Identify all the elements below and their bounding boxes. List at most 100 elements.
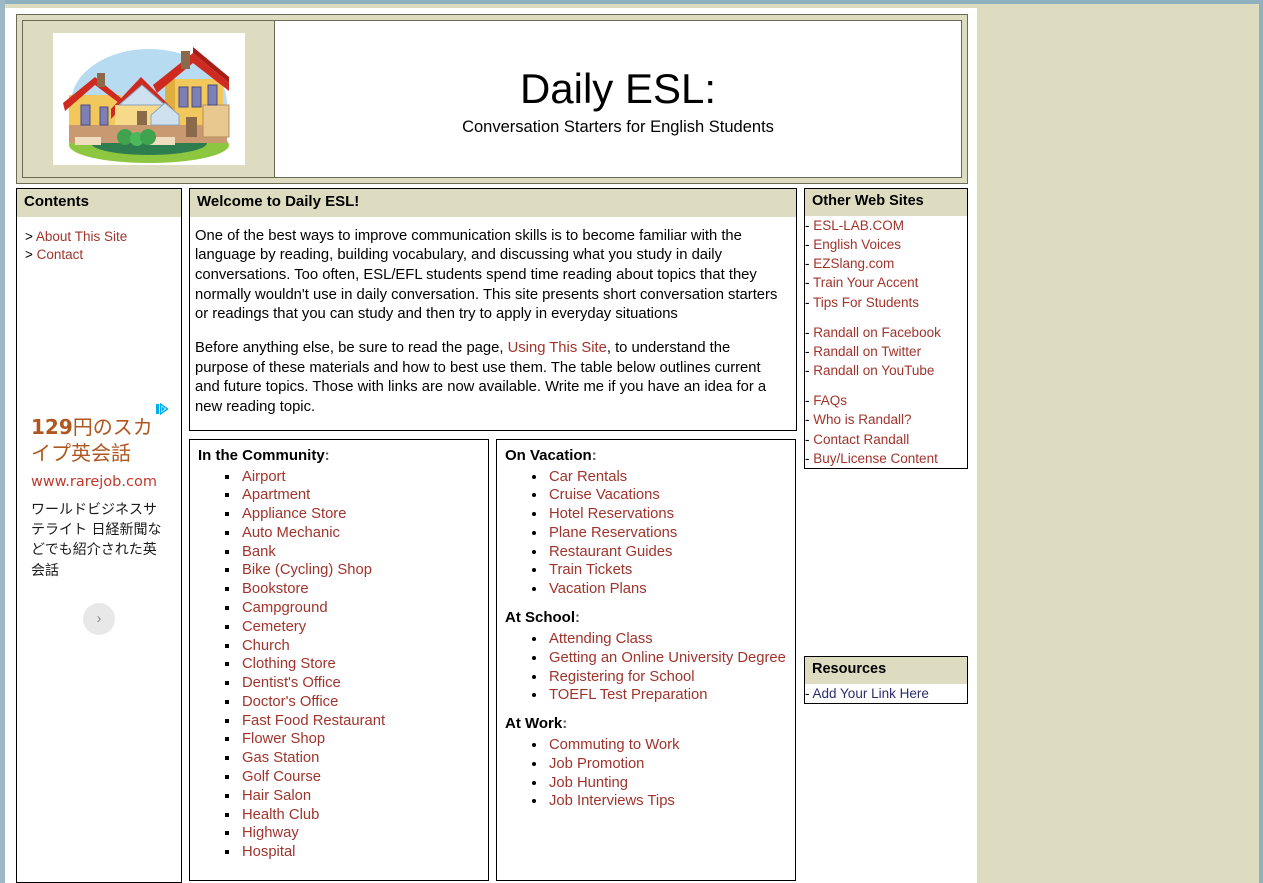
link-row[interactable]: - English Voices [805,235,967,254]
topic-link[interactable]: Doctor's Office [242,694,338,710]
topic-link[interactable]: Fast Food Restaurant [242,713,385,729]
list-item[interactable]: Train Tickets [547,561,789,580]
list-item[interactable]: Dentist's Office [240,674,482,693]
list-item[interactable]: Hotel Reservations [547,505,789,524]
list-item[interactable]: Fast Food Restaurant [240,712,482,731]
topic-link[interactable]: Gas Station [242,750,319,766]
list-item[interactable]: Commuting to Work [547,736,789,755]
other-site-link[interactable]: Buy/License Content [813,451,938,466]
link-row[interactable]: - Contact Randall [805,430,967,449]
ad-title[interactable]: 129円のスカイプ英会話 [31,414,167,467]
link-row[interactable]: - Randall on Twitter [805,342,967,361]
sidebar-item-contact-link[interactable]: Contact [37,247,84,262]
list-item[interactable]: Restaurant Guides [547,543,789,562]
topic-link[interactable]: Plane Reservations [549,525,677,541]
list-item[interactable]: Hair Salon [240,787,482,806]
topic-link[interactable]: Flower Shop [242,731,325,747]
list-item[interactable]: Bike (Cycling) Shop [240,561,482,580]
list-item[interactable]: Bookstore [240,580,482,599]
topic-link[interactable]: Golf Course [242,769,321,785]
topic-link[interactable]: Hair Salon [242,788,311,804]
ad-next-button[interactable]: › [83,602,115,635]
list-item[interactable]: Campground [240,599,482,618]
list-item[interactable]: Cruise Vacations [547,486,789,505]
other-site-link[interactable]: ESL-LAB.COM [813,218,904,233]
list-item[interactable]: Flower Shop [240,730,482,749]
sidebar-item-about[interactable]: > About This Site [25,228,173,246]
list-item[interactable]: Health Club [240,806,482,825]
list-item[interactable]: Attending Class [547,630,789,649]
sidebar-item-contact[interactable]: > Contact [25,246,173,264]
list-item[interactable]: Golf Course [240,768,482,787]
list-item[interactable]: Bank [240,543,482,562]
topic-link[interactable]: Dentist's Office [242,675,341,691]
other-site-link[interactable]: Train Your Accent [813,275,918,290]
list-item[interactable]: Getting an Online University Degree [547,649,789,668]
topic-link[interactable]: Registering for School [549,669,695,685]
add-your-link-here-link[interactable]: Add Your Link Here [813,686,929,701]
adchoices-icon[interactable] [155,402,169,416]
list-item[interactable]: Auto Mechanic [240,524,482,543]
list-item[interactable]: Highway [240,824,482,843]
topic-link[interactable]: Health Club [242,807,319,823]
topic-link[interactable]: Job Hunting [549,775,628,791]
link-row[interactable]: - Add Your Link Here [805,684,967,703]
list-item[interactable]: Clothing Store [240,655,482,674]
link-row[interactable]: - ESL-LAB.COM [805,216,967,235]
link-row[interactable]: - FAQs [805,391,967,410]
topic-link[interactable]: Job Interviews Tips [549,793,675,809]
sidebar-item-about-link[interactable]: About This Site [36,229,127,244]
link-row[interactable]: - Randall on Facebook [805,323,967,342]
list-item[interactable]: Registering for School [547,668,789,687]
topic-link[interactable]: TOEFL Test Preparation [549,687,707,703]
topic-link[interactable]: Airport [242,469,286,485]
topic-link[interactable]: Church [242,638,290,654]
link-row[interactable]: - Train Your Accent [805,273,967,292]
topic-link[interactable]: Getting an Online University Degree [549,650,786,666]
topic-link[interactable]: Hospital [242,844,295,860]
list-item[interactable]: Job Hunting [547,774,789,793]
topic-link[interactable]: Campground [242,600,328,616]
link-row[interactable]: - Randall on YouTube [805,361,967,380]
list-item[interactable]: Airport [240,468,482,487]
other-site-link[interactable]: English Voices [813,237,901,252]
list-item[interactable]: Job Promotion [547,755,789,774]
list-item[interactable]: Church [240,637,482,656]
list-item[interactable]: Vacation Plans [547,580,789,599]
topic-link[interactable]: Cruise Vacations [549,487,660,503]
topic-link[interactable]: Job Promotion [549,756,644,772]
list-item[interactable]: Car Rentals [547,468,789,487]
other-site-link[interactable]: Tips For Students [813,295,919,310]
list-item[interactable]: Hospital [240,843,482,862]
topic-link[interactable]: Car Rentals [549,469,627,485]
topic-link[interactable]: Commuting to Work [549,737,679,753]
link-row[interactable]: - EZSlang.com [805,254,967,273]
other-site-link[interactable]: EZSlang.com [813,256,894,271]
topic-link[interactable]: Apartment [242,487,310,503]
list-item[interactable]: Gas Station [240,749,482,768]
link-row[interactable]: - Who is Randall? [805,410,967,429]
ad-url[interactable]: www.rarejob.com [31,474,167,490]
other-site-link[interactable]: Contact Randall [813,432,909,447]
topic-link[interactable]: Vacation Plans [549,581,647,597]
link-row[interactable]: - Tips For Students [805,293,967,312]
topic-link[interactable]: Highway [242,825,299,841]
list-item[interactable]: Plane Reservations [547,524,789,543]
topic-link[interactable]: Attending Class [549,631,653,647]
list-item[interactable]: Cemetery [240,618,482,637]
topic-link[interactable]: Auto Mechanic [242,525,340,541]
other-site-link[interactable]: Randall on Facebook [813,325,941,340]
topic-link[interactable]: Bike (Cycling) Shop [242,562,372,578]
topic-link[interactable]: Cemetery [242,619,306,635]
other-site-link[interactable]: Randall on Twitter [813,344,921,359]
topic-link[interactable]: Bookstore [242,581,309,597]
topic-link[interactable]: Bank [242,544,276,560]
list-item[interactable]: Appliance Store [240,505,482,524]
topic-link[interactable]: Hotel Reservations [549,506,674,522]
other-site-link[interactable]: Randall on YouTube [813,363,934,378]
list-item[interactable]: Apartment [240,486,482,505]
other-site-link[interactable]: FAQs [813,393,847,408]
other-site-link[interactable]: Who is Randall? [813,412,911,427]
topic-link[interactable]: Restaurant Guides [549,544,672,560]
topic-link[interactable]: Appliance Store [242,506,346,522]
